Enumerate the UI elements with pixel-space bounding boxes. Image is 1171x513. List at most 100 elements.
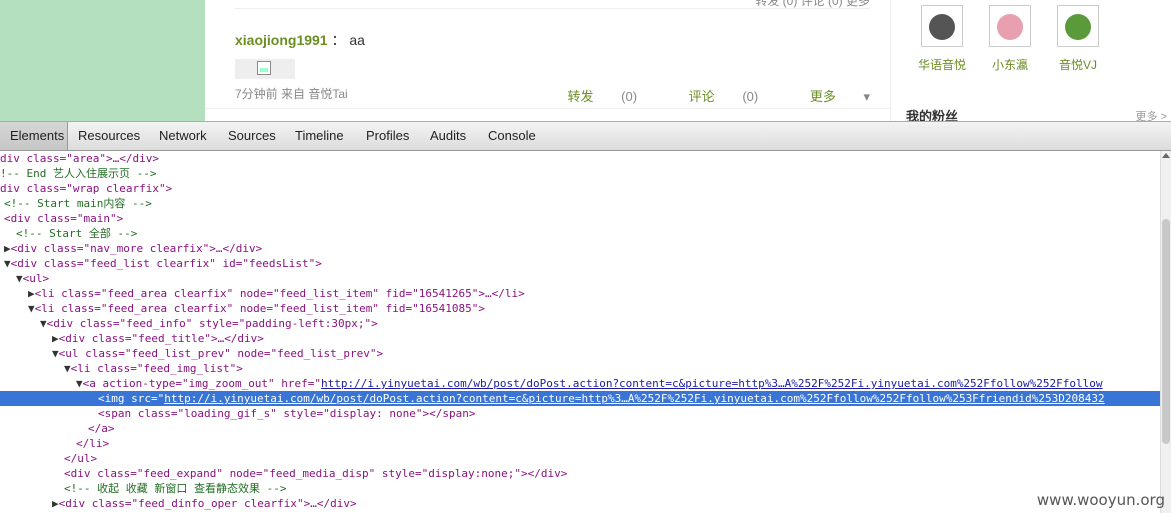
dom-line-text: <!-- 收起 收藏 新窗口 查看静态效果 --> [64,482,287,495]
dom-tree-panel: div class="area">…</div> !-- End 艺人入住展示页… [0,151,1160,513]
tab-sources[interactable]: Sources [218,122,286,150]
left-green-panel [0,0,205,121]
avatar[interactable] [1057,5,1099,47]
feed-username-link[interactable]: xiaojiong1991 [235,32,328,48]
chevron-down-icon: ▾ [863,89,870,104]
dom-line-text: <div class="feed_list clearfix" id="feed… [10,257,322,270]
forward-count: (0) [621,89,638,104]
dom-line-selected[interactable]: <img src="http://i.yinyuetai.com/wb/post… [0,391,1160,406]
collapse-triangle-icon[interactable]: ▼ [76,377,83,390]
dom-line-text: </ul> [64,452,98,465]
dom-line-text: </a> [88,422,115,435]
feed-divider [205,108,890,109]
dom-line[interactable]: ▶<li class="feed_area clearfix" node="fe… [28,286,1160,301]
dom-line[interactable]: <!-- 收起 收藏 新窗口 查看静态效果 --> [64,481,1160,496]
scrollbar-thumb[interactable] [1162,219,1170,444]
forward-button[interactable]: 转发 (0) [544,89,638,104]
scroll-up-arrow-icon[interactable] [1162,153,1170,158]
dom-line[interactable]: ▶<div class="feed_dinfo_oper clearfix">…… [52,496,1160,511]
dom-line-text: <div class="feed_expand" node="feed_medi… [64,467,568,480]
tab-network[interactable]: Network [149,122,217,150]
dom-line[interactable]: ▶<div class="feed_title">…</div> [52,331,1160,346]
expand-triangle-icon[interactable]: ▶ [4,242,11,255]
dom-line-text: <img src=" [98,392,165,405]
more-label: 更多 [809,89,836,104]
dom-line[interactable]: ▼<a action-type="img_zoom_out" href="htt… [76,376,1160,391]
expand-triangle-icon[interactable]: ▶ [28,287,35,300]
dom-line-text: <!-- Start 全部 --> [16,227,138,240]
previous-feed-ops-text: 转发 (0) 评论 (0) 更多 [755,0,870,8]
previous-feed-ops: 转发 (0) 评论 (0) 更多 [235,0,870,9]
dom-line-text: <li class="feed_area clearfix" node="fee… [34,302,485,315]
feed-actions: 转发 (0) 评论 (0) 更多 ▾ [520,86,870,105]
dom-line[interactable]: <!-- Start main内容 --> [4,196,1160,211]
dom-line-text: div class="wrap clearfix"> [0,182,173,195]
fans-title: 我的粉丝 [906,109,959,121]
comment-button[interactable]: 评论 (0) [665,89,759,104]
dom-line-text: <div class="feed_title">…</div> [58,332,264,345]
dom-line-text: <div class="nav_more clearfix">…</div> [10,242,263,255]
dom-line[interactable]: div class="area">…</div> [0,151,1160,166]
tab-resources[interactable]: Resources [68,122,150,150]
tab-audits[interactable]: Audits [420,122,476,150]
expand-triangle-icon[interactable]: ▶ [52,332,59,345]
tab-timeline[interactable]: Timeline [285,122,354,150]
comment-count: (0) [742,89,759,104]
feed-meta: 7分钟前 来自 音悦Tai [235,87,348,101]
avatar-face-icon [1065,14,1091,40]
dom-line[interactable]: !-- End 艺人入住展示页 --> [0,166,1160,181]
avatar-name[interactable]: 小东瀛 [975,56,1045,73]
dom-line-text: </li> [76,437,110,450]
feed-colon: ： [331,32,346,48]
dom-line[interactable]: ▼<ul class="feed_list_prev" node="feed_l… [52,346,1160,361]
web-page-view: 转发 (0) 评论 (0) 更多 xiaojiong1991 ： aa 7分钟前… [0,0,1171,121]
dom-line[interactable]: div class="wrap clearfix"> [0,181,1160,196]
dom-line[interactable]: </li> [76,436,1160,451]
avatar-face-icon [929,14,955,40]
avatar-name[interactable]: 华语音悦 [907,56,977,73]
collapse-triangle-icon[interactable]: ▼ [52,347,59,360]
dom-line[interactable]: ▶<div class="nav_more clearfix">…</div> [4,241,1160,256]
dom-line[interactable]: ▼<li class="feed_img_list"> [64,361,1160,376]
dom-line[interactable]: ▼<ul> [16,271,1160,286]
avatar-name[interactable]: 音悦VJ [1043,56,1113,73]
dom-line-text: <span class="loading_gif_s" style="displ… [98,407,476,420]
avatar[interactable] [989,5,1031,47]
dom-line[interactable]: <!-- Start 全部 --> [16,226,1160,241]
feed-item: 转发 (0) 评论 (0) 更多 xiaojiong1991 ： aa 7分钟前… [205,0,890,121]
tab-console[interactable]: Console [478,122,546,150]
dom-line[interactable]: ▼<div class="feed_list clearfix" id="fee… [4,256,1160,271]
dom-line-text: <div class="main"> [4,212,124,225]
dom-line[interactable]: <span class="loading_gif_s" style="displ… [98,406,1160,421]
comment-label: 评论 [688,89,715,104]
dom-line-text: <li class="feed_img_list"> [70,362,243,375]
more-button[interactable]: 更多 ▾ [786,89,870,104]
collapse-triangle-icon[interactable]: ▼ [16,272,23,285]
collapse-triangle-icon[interactable]: ▼ [40,317,47,330]
collapse-triangle-icon[interactable]: ▼ [64,362,71,375]
dom-line[interactable]: ▼<li class="feed_area clearfix" node="fe… [28,301,1160,316]
expand-triangle-icon[interactable]: ▶ [52,497,59,510]
dom-line[interactable]: ▼<div class="feed_info" style="padding-l… [40,316,1160,331]
tab-elements[interactable]: Elements [0,122,68,150]
broken-image-icon [257,61,271,75]
devtools-tab-bar: Elements Resources Network Sources Timel… [0,121,1171,151]
dom-line[interactable]: </ul> [64,451,1160,466]
fans-more-link[interactable]: 更多 > [1136,108,1167,121]
dom-line-text: !-- End 艺人入住展示页 --> [0,167,157,180]
avatar[interactable] [921,5,963,47]
collapse-triangle-icon[interactable]: ▼ [4,257,11,270]
collapse-triangle-icon[interactable]: ▼ [28,302,35,315]
right-sidebar: 华语音悦 小东瀛 音悦VJ 我的粉丝 更多 > [890,0,1171,121]
dom-line[interactable]: </a> [88,421,1160,436]
dom-line-text: <ul> [22,272,50,285]
tab-profiles[interactable]: Profiles [356,122,419,150]
dom-href-link[interactable]: http://i.yinyuetai.com/wb/post/doPost.ac… [321,377,1102,390]
dom-panel-scrollbar[interactable] [1160,151,1171,513]
dom-src-link[interactable]: http://i.yinyuetai.com/wb/post/doPost.ac… [164,392,1104,405]
dom-line[interactable]: <div class="feed_expand" node="feed_medi… [64,466,1160,481]
feed-image-placeholder[interactable] [235,59,295,79]
dom-line-text: <ul class="feed_list_prev" node="feed_li… [58,347,384,360]
dom-line[interactable]: <div class="main"> [4,211,1160,226]
dom-line-text: <a action-type="img_zoom_out" href=" [82,377,322,390]
